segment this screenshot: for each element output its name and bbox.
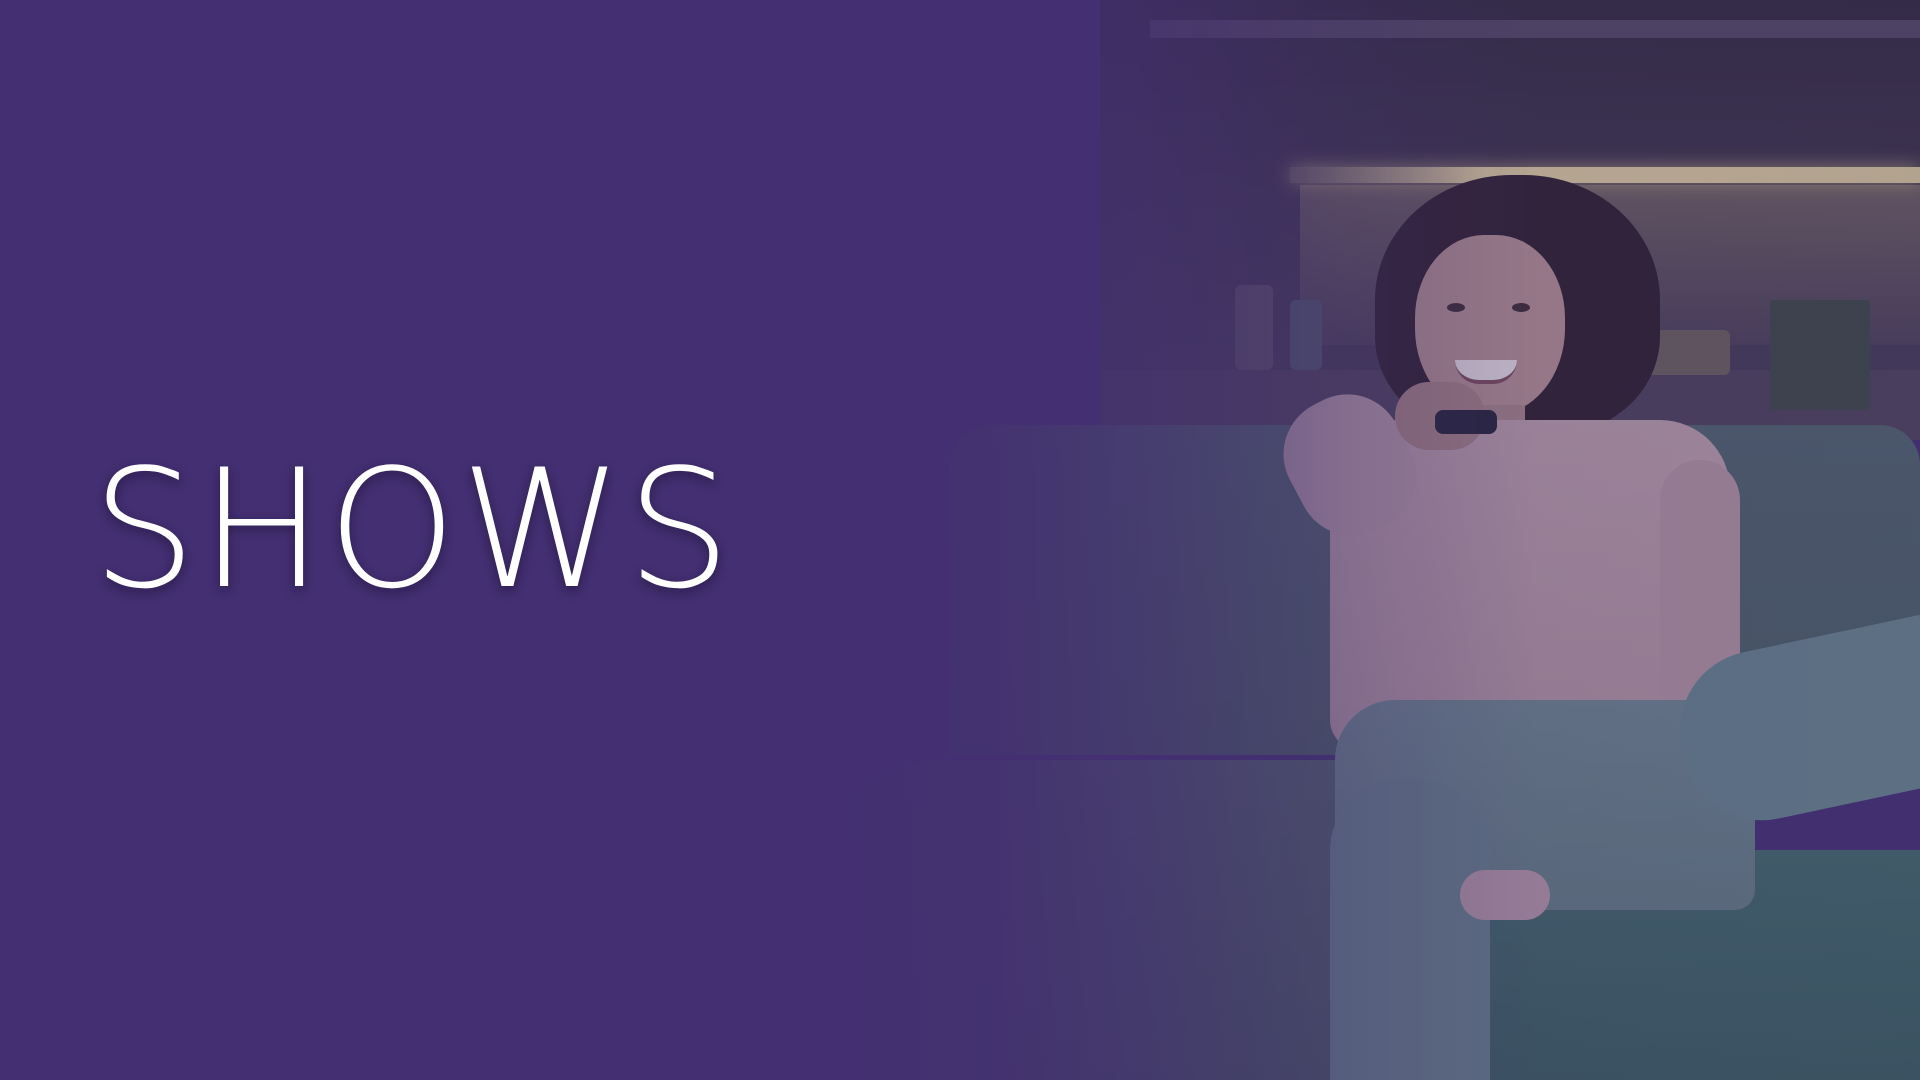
shows-hero-screen: SHOWS bbox=[0, 0, 1920, 1080]
page-title: SHOWS bbox=[92, 434, 735, 625]
